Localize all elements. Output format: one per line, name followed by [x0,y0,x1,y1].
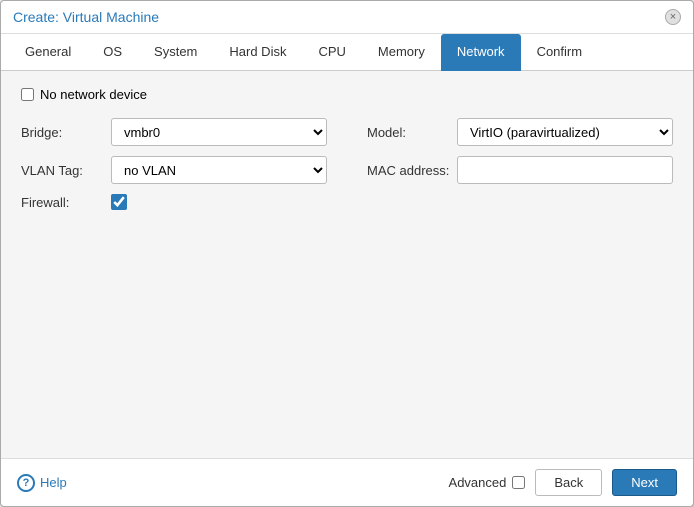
help-button[interactable]: ? Help [17,474,67,492]
help-label: Help [40,475,67,490]
mac-input[interactable]: auto [457,156,673,184]
mac-row: MAC address: auto [367,156,673,184]
tab-cpu[interactable]: CPU [302,34,361,71]
firewall-row: Firewall: [21,194,327,210]
vlan-select[interactable]: no VLAN [111,156,327,184]
next-button[interactable]: Next [612,469,677,496]
content-area: No network device Bridge: vmbr0 VLAN Tag… [1,71,693,458]
tab-network[interactable]: Network [441,34,521,71]
no-network-label[interactable]: No network device [40,87,147,102]
bridge-select[interactable]: vmbr0 [111,118,327,146]
advanced-checkbox[interactable] [512,476,525,489]
back-button[interactable]: Back [535,469,602,496]
advanced-label: Advanced [449,475,507,490]
dialog-title: Create: Virtual Machine [13,9,159,25]
firewall-label: Firewall: [21,195,111,210]
footer-right: Advanced Back Next [449,469,677,496]
close-button[interactable]: × [665,9,681,25]
tab-memory[interactable]: Memory [362,34,441,71]
mac-label: MAC address: [367,163,457,178]
footer: ? Help Advanced Back Next [1,458,693,506]
tab-hard-disk[interactable]: Hard Disk [213,34,302,71]
left-column: Bridge: vmbr0 VLAN Tag: no VLAN Firewall… [21,118,327,220]
title-bar: Create: Virtual Machine × [1,1,693,34]
tab-confirm[interactable]: Confirm [521,34,599,71]
bridge-label: Bridge: [21,125,111,140]
model-row: Model: VirtIO (paravirtualized) [367,118,673,146]
form-columns: Bridge: vmbr0 VLAN Tag: no VLAN Firewall… [21,118,673,220]
tab-os[interactable]: OS [87,34,138,71]
create-vm-dialog: Create: Virtual Machine × General OS Sys… [0,0,694,507]
tab-bar: General OS System Hard Disk CPU Memory N… [1,34,693,71]
bridge-row: Bridge: vmbr0 [21,118,327,146]
vlan-label: VLAN Tag: [21,163,111,178]
tab-general[interactable]: General [9,34,87,71]
model-select[interactable]: VirtIO (paravirtualized) [457,118,673,146]
no-network-checkbox[interactable] [21,88,34,101]
right-column: Model: VirtIO (paravirtualized) MAC addr… [367,118,673,220]
vlan-row: VLAN Tag: no VLAN [21,156,327,184]
model-label: Model: [367,125,457,140]
tab-system[interactable]: System [138,34,213,71]
advanced-row: Advanced [449,475,526,490]
no-network-row: No network device [21,87,673,102]
firewall-checkbox[interactable] [111,194,127,210]
help-icon: ? [17,474,35,492]
